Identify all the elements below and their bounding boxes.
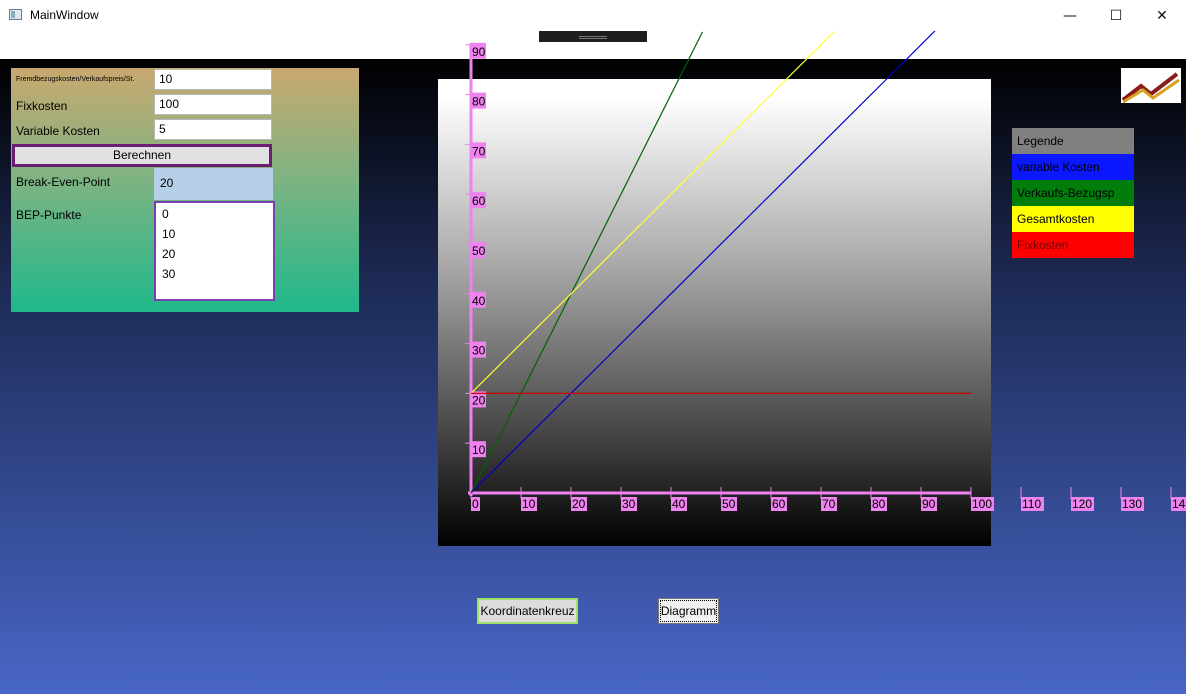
close-button[interactable]: ✕ <box>1139 0 1185 31</box>
x-tick-label: 70 <box>822 497 836 511</box>
y-tick-label: 30 <box>472 344 486 358</box>
y-tick-label: 90 <box>472 45 486 59</box>
legend-item-variable-kosten: variable Kosten <box>1012 154 1134 180</box>
x-tick-label: 90 <box>922 497 936 511</box>
y-tick-label: 80 <box>472 95 486 109</box>
break-even-chart: 0 10 20 30 40 50 60 70 80 90 100 110 120 130 14 10 20 30 4… <box>465 31 1186 511</box>
y-tick-label: 50 <box>472 244 486 258</box>
legend-item-verkaufs-bezugsp: Verkaufs-Bezugsp <box>1012 180 1134 206</box>
diagramm-button[interactable]: Diagramm <box>658 598 719 624</box>
x-tick-label: 10 <box>522 497 536 511</box>
legend: Legende variable Kosten Verkaufs-Bezugsp… <box>1012 128 1134 258</box>
x-tick-label: 50 <box>722 497 736 511</box>
x-tick-label: 0 <box>472 497 479 511</box>
x-tick-label: 30 <box>622 497 636 511</box>
y-tick-label: 40 <box>472 294 486 308</box>
x-tick-label: 80 <box>872 497 886 511</box>
minimize-button[interactable]: — <box>1047 0 1093 31</box>
client-area: Fremdbezugskosten/Verkaufspreis/St. 10 F… <box>0 31 1186 694</box>
y-tick-label: 70 <box>472 144 486 158</box>
legend-item-gesamtkosten: Gesamtkosten <box>1012 206 1134 232</box>
x-tick-label: 100 <box>972 497 992 511</box>
series-line-variable-kosten <box>470 31 936 494</box>
app-icon <box>9 9 22 20</box>
chart-trend-icon[interactable] <box>1121 68 1181 104</box>
series-line-gesamtkosten <box>470 31 835 394</box>
koordinatenkreuz-button[interactable]: Koordinatenkreuz <box>477 598 578 624</box>
y-tick-label: 20 <box>472 393 486 407</box>
x-tick-label: 120 <box>1072 497 1092 511</box>
x-tick-label: 20 <box>572 497 586 511</box>
series-line-verkaufs-bezugsp <box>470 31 704 494</box>
window-title: MainWindow <box>30 8 99 22</box>
title-bar: MainWindow — ☐ ✕ <box>0 0 1186 31</box>
x-tick-label: 40 <box>672 497 686 511</box>
x-tick-label: 60 <box>772 497 786 511</box>
x-tick-label: 110 <box>1022 497 1041 511</box>
y-tick-label: 60 <box>472 194 486 208</box>
legend-title: Legende <box>1012 128 1134 154</box>
y-tick-label: 10 <box>472 443 486 457</box>
x-tick-label: 130 <box>1122 497 1142 511</box>
legend-item-fixkosten: Fixkosten <box>1012 232 1134 258</box>
x-tick-label: 14 <box>1172 497 1186 511</box>
maximize-button[interactable]: ☐ <box>1093 0 1139 31</box>
